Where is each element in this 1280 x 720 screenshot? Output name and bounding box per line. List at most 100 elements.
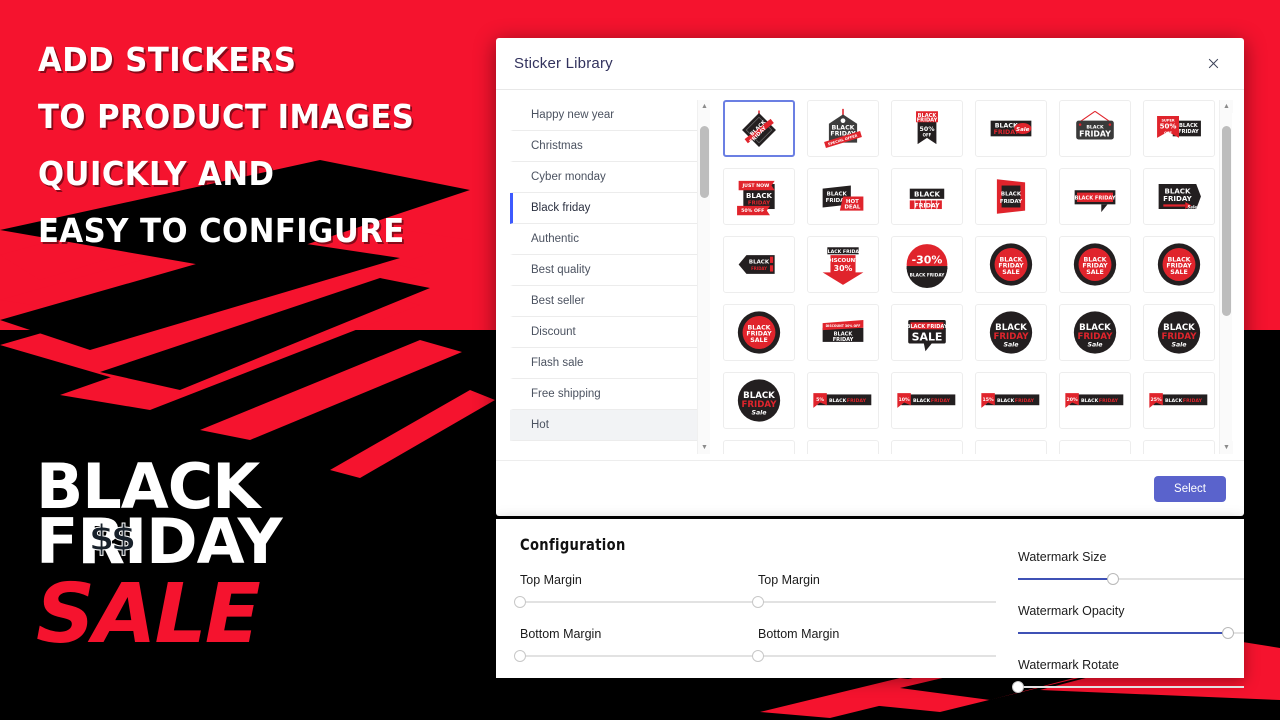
sticker-cell[interactable]: BLACK FRIDAY Sale [1059,304,1131,361]
sticker-cell[interactable]: BLACK FRIDAY [891,168,963,225]
logo-line-sale: Sale [36,566,261,662]
chevron-down-icon[interactable]: ▼ [698,441,710,454]
category-item-flash-sale[interactable]: Flash sale [510,348,697,379]
category-item-happy-new-year[interactable]: Happy new year [510,100,697,131]
slider-knob[interactable] [514,596,526,608]
svg-text:FRIDAY: FRIDAY [742,400,778,410]
sticker-cell[interactable]: BLACK FRIDAY DISCOUNT 30% [807,236,879,293]
sticker-cell[interactable]: BLACK FRIDAY SALE [723,304,795,361]
sticker-cell[interactable] [807,440,879,454]
slider-bottom-margin[interactable] [752,650,996,662]
category-item-best-seller[interactable]: Best seller [510,286,697,317]
category-item-best-quality[interactable]: Best quality [510,255,697,286]
slider-knob[interactable] [1106,573,1119,585]
sticker-cell[interactable]: 10% BLACK FRIDAY [891,372,963,429]
slider-knob[interactable] [514,650,526,662]
sticker-cell[interactable]: BLACK FRIDAY [1059,168,1131,225]
category-item-discount[interactable]: Discount [510,317,697,348]
sticker-cell[interactable] [891,440,963,454]
sticker-cell[interactable]: 20% BLACK FRIDAY [1059,372,1131,429]
sticker-speech-bar-icon: BLACK FRIDAY [1060,169,1130,224]
dialog-body: Happy new year Christmas Cyber monday Black… [496,90,1244,460]
sticker-bar-script-icon: BLACK FRIDAY Sale [976,101,1046,156]
slider-watermark-rotate[interactable] [1012,681,1244,693]
sticker-cell[interactable] [723,440,795,454]
chevron-up-icon[interactable]: ▲ [698,100,710,113]
category-item-hot[interactable]: Hot [510,410,697,441]
svg-text:FRIDAY: FRIDAY [917,117,938,123]
chevron-down-icon[interactable]: ▼ [1220,441,1233,454]
sticker-cell[interactable]: 25% BLACK FRIDAY [1143,372,1215,429]
sticker-partial-icon [808,441,878,454]
slider-watermark-opacity[interactable] [1018,627,1244,639]
sticker-cell[interactable] [1143,440,1215,454]
sticker-cell[interactable]: BLACK FRIDAY Sale [1143,304,1215,361]
svg-text:BLACK: BLACK [997,398,1015,404]
config-field-label: Watermark Opacity [1018,604,1125,618]
slider-watermark-size[interactable] [1018,573,1244,585]
sticker-cell[interactable]: BLACK FRIDAY SALE [1059,236,1131,293]
sticker-cell[interactable]: BLACK FRIDAY 50% OFF [891,100,963,157]
sticker-cell[interactable]: BLACK FRIDAY SALE [975,236,1047,293]
sticker-cell[interactable]: BLACK FRIDAY [723,100,795,157]
sticker-cell[interactable] [1059,440,1131,454]
sticker-cell[interactable]: DISCOUNT 30% OFF BLACK FRIDAY [807,304,879,361]
category-item-black-friday[interactable]: Black friday [510,193,697,224]
svg-text:SALE: SALE [1002,269,1020,276]
config-field: Top Margin [514,573,758,608]
chevron-up-icon[interactable]: ▲ [1220,100,1233,113]
svg-text:Sale!: Sale! [1187,204,1198,209]
svg-text:5%: 5% [816,397,824,403]
close-icon[interactable] [1200,51,1226,77]
category-label: Authentic [531,233,579,245]
slider-fill [1018,632,1229,634]
sticker-corner-percent-icon: BLACK FRIDAY SUPER 50% OFF [1144,101,1214,156]
sticker-grid-scrollbar[interactable]: ▲ ▼ [1219,100,1233,454]
sticker-cell[interactable]: BLACK FRIDAY SUPER 50% OFF [1143,100,1215,157]
category-item-christmas[interactable]: Christmas [510,131,697,162]
sticker-cell[interactable]: 5% BLACK FRIDAY [807,372,879,429]
category-label: Cyber monday [531,171,606,183]
svg-text:BLACK: BLACK [746,191,772,200]
sticker-cell[interactable]: BLACK FRIDAY Sale [975,304,1047,361]
category-item-free-shipping[interactable]: Free shipping [510,379,697,410]
slider-knob[interactable] [1222,627,1235,639]
slider-track [520,601,758,603]
slider-top-margin[interactable] [752,596,996,608]
category-item-cyber-monday[interactable]: Cyber monday [510,162,697,193]
sticker-cell[interactable]: BLACK FRIDAY HOT DEAL [807,168,879,225]
sticker-cell[interactable] [975,440,1047,454]
slider-top-margin[interactable] [514,596,758,608]
sticker-cell[interactable]: BLACK FRIDAY SALE [891,304,963,361]
sticker-cell[interactable]: 15% BLACK FRIDAY [975,372,1047,429]
slider-knob[interactable] [752,650,764,662]
category-item-authentic[interactable]: Authentic [510,224,697,255]
slider-knob[interactable] [752,596,764,608]
category-scrollbar[interactable]: ▲ ▼ [697,100,710,454]
sticker-cell[interactable]: BLACK FRIDAY SPECIAL OFFER [807,100,879,157]
sticker-partial-icon [976,441,1046,454]
svg-text:OFF: OFF [1164,131,1172,135]
slider-bottom-margin[interactable] [514,650,758,662]
scrollbar-thumb[interactable] [1222,126,1231,317]
select-button[interactable]: Select [1154,475,1226,502]
scrollbar-thumb[interactable] [700,126,709,199]
sticker-cell[interactable]: BLACK FRIDAY [975,168,1047,225]
config-field: Bottom Margin [514,627,758,662]
sticker-cell[interactable]: JUST NOW BLACK FRIDAY 50% OFF [723,168,795,225]
svg-text:FRIDAY: FRIDAY [1183,398,1203,404]
sticker-cell[interactable]: BLACK FRIDAY Sale [975,100,1047,157]
svg-text:50% OFF: 50% OFF [741,208,764,214]
slider-knob[interactable] [1012,681,1024,693]
sticker-cell[interactable]: BLACK FRIDAY [1059,100,1131,157]
sticker-cell[interactable]: -30% BLACK FRIDAY [891,236,963,293]
sticker-cell[interactable]: BLACK FRIDAY SALE [1143,236,1215,293]
svg-text:BLACK: BLACK [749,260,770,266]
svg-text:50%: 50% [1160,122,1177,131]
sticker-cell[interactable]: BLACK FRIDAY [723,236,795,293]
sticker-cell[interactable]: BLACK FRIDAY Sale [723,372,795,429]
dialog-title: Sticker Library [514,55,613,72]
category-label: Free shipping [531,388,601,400]
sticker-arrow-tag-icon: BLACK FRIDAY Sale! [1144,169,1214,224]
sticker-cell[interactable]: BLACK FRIDAY Sale! [1143,168,1215,225]
